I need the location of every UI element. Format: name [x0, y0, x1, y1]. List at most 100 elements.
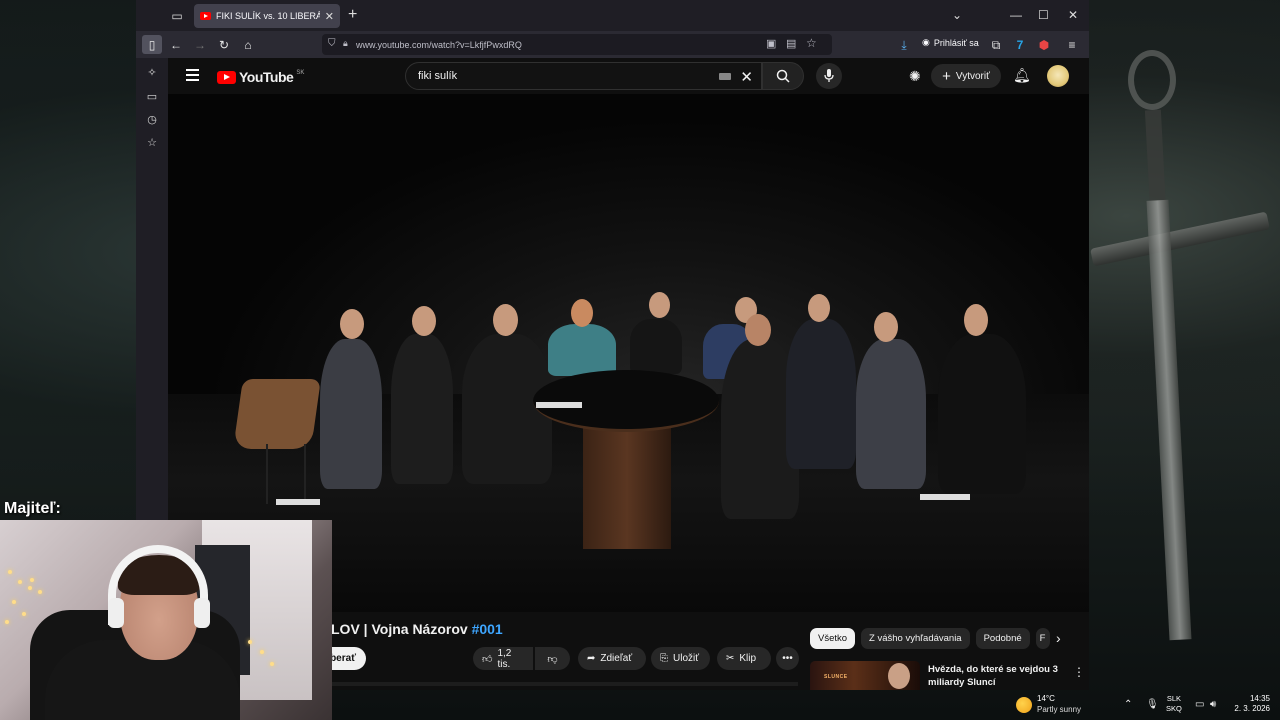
sign-in-label: Prihlásiť sa [933, 37, 979, 48]
youtube-favicon-icon [200, 12, 211, 20]
more-vertical-icon[interactable]: ⋮ [1073, 665, 1085, 679]
adblock-extension-icon[interactable]: ⬢ [1036, 37, 1052, 53]
tab-bar: ▭ FIKI SULÍK vs. 10 LIBERÁLOV | V ✕ + ⌄ … [136, 0, 1089, 31]
chip-partial[interactable]: F [1035, 628, 1050, 649]
panelist-3-head [493, 304, 518, 336]
back-arrow-icon[interactable]: ← [168, 37, 184, 53]
new-tab-button[interactable]: + [348, 7, 357, 23]
synced-tabs-icon[interactable]: ▭ [145, 90, 159, 104]
weather-temperature[interactable]: 14°C [1037, 694, 1055, 703]
partly-sunny-icon[interactable] [1016, 697, 1032, 713]
address-bar[interactable]: ⛉ 🔒︎ www.youtube.com/watch?v=LkfjfPwxdRQ… [322, 34, 832, 55]
search-value: fiki sulík [418, 70, 458, 82]
home-icon[interactable]: ⌂ [240, 37, 256, 53]
share-button[interactable]: ➦ Zdieľať [578, 647, 646, 670]
microphone-tray-icon[interactable]: 🎙︎ [1146, 699, 1159, 710]
screenshot-icon[interactable]: ▣ [766, 37, 776, 50]
reload-icon[interactable]: ↻ [216, 37, 232, 53]
language-code: SLK [1166, 694, 1182, 703]
create-button[interactable]: + Vytvoriť [931, 64, 1001, 88]
url-text: www.youtube.com/watch?v=LkfjfPwxdRQ [356, 39, 522, 50]
youtube-logo[interactable]: YouTube SK [217, 69, 304, 85]
chip-related[interactable]: Podobné [975, 628, 1030, 649]
active-tab[interactable]: FIKI SULÍK vs. 10 LIBERÁLOV | V ✕ [194, 4, 340, 28]
bookmarks-star-icon[interactable]: ☆ [145, 136, 159, 150]
more-actions-icon[interactable]: ••• [776, 647, 799, 670]
chevron-right-icon[interactable]: › [1056, 630, 1061, 646]
weather-description[interactable]: Partly sunny [1037, 705, 1081, 714]
recommended-thumbnail[interactable]: SLUNCE [810, 661, 920, 690]
ai-sparkle-icon[interactable]: ✧ [145, 66, 159, 80]
thumbs-up-icon: 👍︎ [482, 653, 493, 665]
forward-arrow-icon[interactable]: → [192, 37, 208, 53]
search-input[interactable]: fiki sulík ✕ [405, 62, 762, 90]
description-box-edge [328, 682, 798, 686]
panelist-2-head [412, 306, 436, 336]
sign-in-button[interactable]: ◉ Prihlásiť sa [922, 37, 979, 48]
headphone-earcup [194, 598, 210, 628]
search-button[interactable] [762, 62, 804, 90]
related-chips: Všetko Z vášho vyhľadávania Podobné F [810, 628, 1050, 649]
chip-from-search[interactable]: Z vášho vyhľadávania [861, 628, 970, 649]
language-indicator[interactable]: SLK SKQ [1166, 694, 1182, 714]
clip-button[interactable]: ✂ Klip [717, 647, 771, 670]
clock-time: 14:35 [1249, 694, 1270, 703]
minimize-button[interactable]: — [1010, 8, 1022, 22]
volume-icon[interactable]: 🔊︎ [1210, 699, 1216, 710]
sword-guard-decoration [1090, 211, 1270, 267]
reader-view-icon[interactable]: ▤ [786, 37, 796, 50]
panelist-10-head [964, 304, 988, 336]
taskbar-tray: 14°C Partly sunny ⌃ 🎙︎ SLK SKQ ▭ 🔊︎ 14:3… [1000, 690, 1280, 720]
list-all-tabs-icon[interactable]: ⌄ [952, 8, 962, 22]
video-hashtag[interactable]: #001 [472, 621, 503, 637]
keyboard-layout: SKQ [1166, 704, 1182, 713]
thumbnail-text: SLUNCE [824, 674, 848, 680]
dislike-button[interactable]: 👎︎ [535, 647, 570, 670]
recommended-video[interactable]: SLUNCE Hvězda, do které se vejdou 3 mili… [810, 661, 1090, 690]
tab-close-icon[interactable]: ✕ [325, 10, 334, 23]
download-icon[interactable]: ⤓ [896, 37, 912, 53]
save-button[interactable]: ⎘ Uložiť [651, 647, 710, 670]
sword-pommel-decoration [1128, 50, 1176, 110]
chip-all[interactable]: Všetko [810, 628, 856, 649]
paper-sheet [276, 499, 320, 505]
sword-blade-decoration [1146, 199, 1192, 641]
share-label: Zdieľať [600, 653, 633, 664]
extensions-icon[interactable]: ⧉ [988, 37, 1004, 53]
share-arrow-icon: ➦ [587, 653, 596, 664]
keyboard-icon[interactable] [719, 73, 731, 80]
youtube-play-icon [217, 70, 236, 84]
plus-icon: + [942, 67, 951, 85]
menu-hamburger-icon[interactable]: ≡ [1064, 37, 1080, 53]
webcam-overlay [0, 520, 332, 720]
notifications-bell-icon[interactable]: 🔔︎ [1013, 67, 1031, 84]
guide-menu-icon[interactable] [186, 69, 199, 84]
sidebar-toggle-icon[interactable]: ▯ [142, 35, 162, 54]
close-window-button[interactable]: ✕ [1068, 8, 1078, 22]
clear-search-icon[interactable]: ✕ [740, 68, 753, 86]
system-clock[interactable]: 14:35 2. 3. 2026 [1232, 694, 1270, 714]
network-icon[interactable]: ▭ [1195, 699, 1204, 710]
headphone-earcup [108, 598, 124, 628]
thumbnail-face [888, 663, 910, 689]
voice-search-button[interactable] [816, 63, 842, 89]
video-title-text: LOV | Vojna Názorov [331, 621, 468, 637]
history-icon[interactable]: ◷ [145, 113, 159, 127]
bookmark-star-icon[interactable]: ☆ [806, 36, 817, 50]
search-icon [776, 69, 790, 83]
recommended-title[interactable]: Hvězda, do které se vejdou 3 miliardy Sl… [928, 663, 1058, 689]
translate-extension-icon[interactable]: 7 [1012, 37, 1028, 53]
scissors-icon: ✂ [726, 653, 735, 664]
save-label: Uložiť [673, 653, 699, 664]
panelist-5-head [649, 292, 670, 318]
lock-icon: 🔒︎ [343, 38, 348, 48]
panelist-1 [320, 339, 382, 489]
like-button[interactable]: 👍︎ 1,2 tis. [473, 647, 533, 670]
avatar[interactable] [1047, 65, 1069, 87]
gemini-sparkle-icon[interactable]: ✺ [909, 68, 921, 85]
tab-list-icon[interactable]: ▭ [164, 5, 190, 27]
show-hidden-icons-icon[interactable]: ⌃ [1124, 699, 1132, 710]
maximize-button[interactable]: ☐ [1038, 8, 1049, 22]
panelist-8-head [808, 294, 830, 322]
like-count: 1,2 tis. [497, 647, 512, 670]
